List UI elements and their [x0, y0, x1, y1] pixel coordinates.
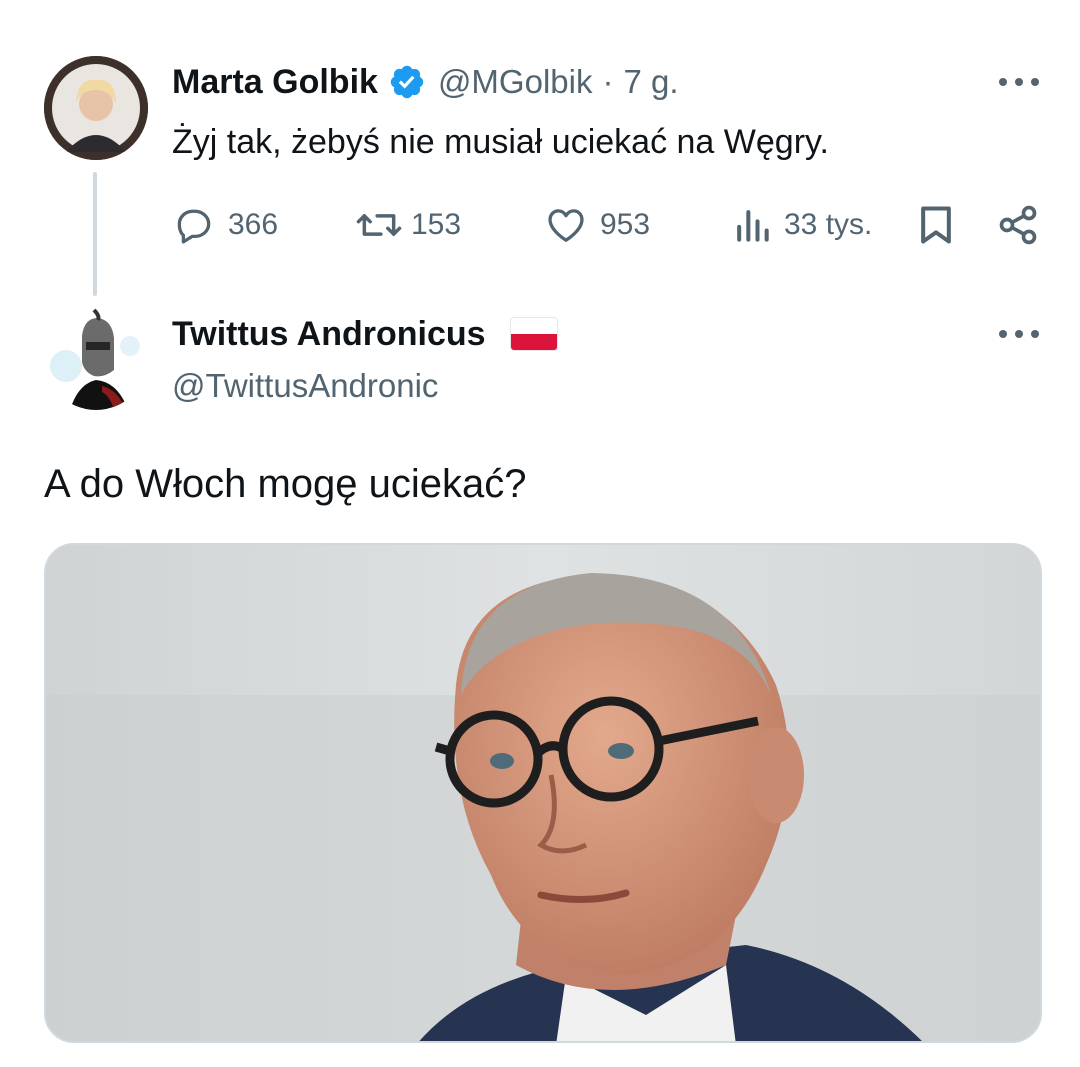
views-bars-icon	[732, 203, 772, 247]
like-count: 953	[600, 208, 651, 241]
verified-badge-icon	[388, 63, 426, 101]
poland-flag-icon	[509, 317, 558, 351]
share-button[interactable]	[996, 200, 1040, 250]
tweet-text: Żyj tak, żebyś nie musiał uciekać na Węg…	[172, 123, 829, 161]
retweet-button[interactable]: 153	[355, 200, 461, 250]
thread-connector-line	[93, 172, 97, 296]
author-name[interactable]: Marta Golbik	[172, 63, 378, 102]
reply-tweet-text: A do Włoch mogę uciekać?	[44, 462, 527, 506]
share-icon	[996, 203, 1040, 247]
author-handle[interactable]: @MGolbik	[438, 63, 593, 101]
separator-dot: ·	[602, 63, 614, 100]
reply-more-dots-icon[interactable]	[999, 324, 1039, 344]
author-avatar[interactable]	[44, 56, 148, 160]
reply-count: 366	[228, 208, 279, 241]
more-dots-icon[interactable]	[999, 72, 1039, 92]
reply-button[interactable]: 366	[172, 200, 278, 250]
bookmark-button[interactable]	[916, 200, 956, 250]
like-button[interactable]: 953	[544, 200, 650, 250]
reply-author-avatar[interactable]	[44, 306, 148, 410]
tweet-media-photo[interactable]	[44, 543, 1042, 1043]
heart-icon	[544, 203, 588, 247]
views-button[interactable]: 33 tys.	[732, 200, 872, 250]
views-count: 33 tys.	[784, 208, 873, 241]
reply-bubble-icon	[172, 203, 216, 247]
bookmark-icon	[916, 203, 956, 247]
reply-author-name[interactable]: Twittus Andronicus	[172, 315, 486, 354]
tweet-header: Marta Golbik @MGolbik · 7 g.	[172, 58, 679, 106]
retweet-count: 153	[411, 208, 462, 241]
retweet-icon	[355, 203, 403, 247]
tweet-actions-bar: 366 153 953 33 tys.	[172, 200, 1042, 250]
reply-author-handle[interactable]: @TwittusAndronic	[172, 362, 438, 410]
tweet-time[interactable]: 7 g.	[623, 63, 678, 101]
reply-tweet-header: Twittus Andronicus	[172, 310, 558, 358]
